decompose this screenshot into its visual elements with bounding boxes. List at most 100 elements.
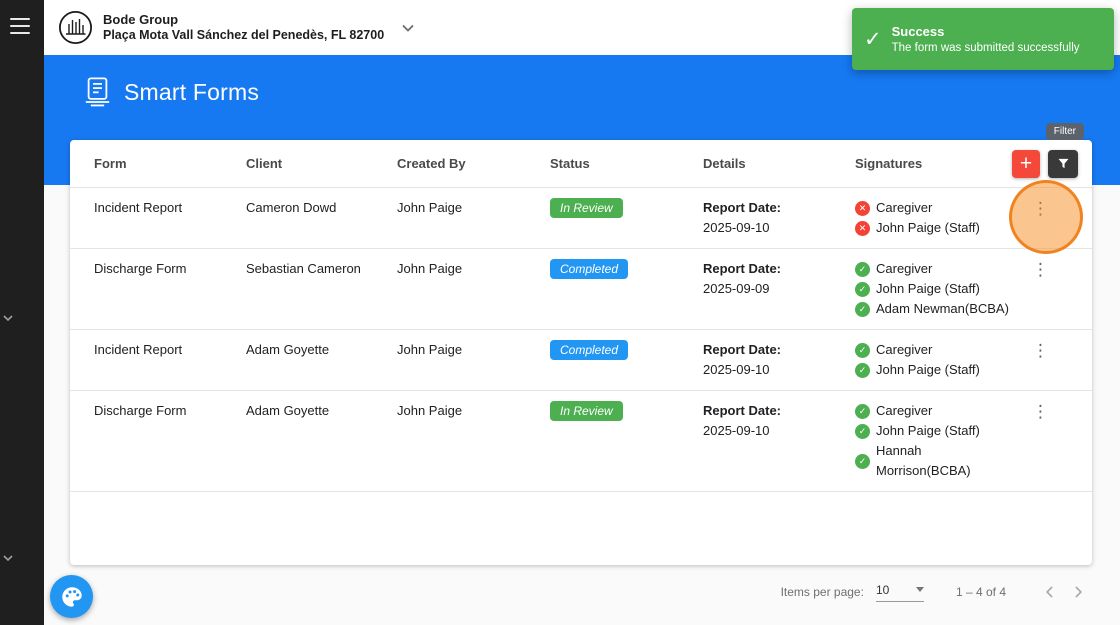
signer-name: John Paige (Staff) (876, 281, 980, 296)
details-cell: Report Date: 2025-09-10 (703, 188, 855, 248)
signer-name: Caregiver (876, 342, 933, 357)
status-cell: Completed (550, 249, 703, 289)
status-badge: Completed (550, 259, 629, 279)
form-cell: Incident Report (94, 200, 183, 215)
signer-name: Caregiver (876, 261, 933, 276)
column-header-form: Form (94, 156, 127, 171)
report-date-label: Report Date: (703, 342, 782, 357)
row-menu-cell: ⋮ (1022, 330, 1092, 375)
caret-down-icon (915, 587, 924, 592)
form-cell: Discharge Form (94, 403, 187, 418)
signer-name: Caregiver (876, 200, 933, 215)
signature-item: ✕ John Paige (Staff) (855, 218, 1014, 238)
sidebar (0, 0, 44, 625)
toast-message: The form was submitted successfully (891, 42, 1080, 54)
table-row: Incident Report Cameron Dowd John Paige In … (70, 188, 1092, 249)
theme-palette-button[interactable] (50, 575, 93, 618)
company-name: Bode Group (103, 11, 179, 27)
kebab-menu-icon[interactable]: ⋮ (1022, 337, 1059, 365)
page-title: Smart Forms (124, 78, 260, 105)
chevron-right-icon (1075, 586, 1083, 598)
signatures-cell: ✕ Caregiver ✕ John Paige (Staff) (855, 188, 1022, 248)
items-per-page-label: Items per page: (780, 585, 864, 599)
created-by-cell: John Paige (397, 261, 463, 276)
filter-tooltip: Filter (1045, 123, 1084, 140)
prev-page-button[interactable] (1036, 578, 1064, 606)
screen: Bode Group Plaça Mota Vall Sánchez del P… (0, 0, 1120, 625)
details-cell: Report Date: 2025-09-09 (703, 249, 855, 309)
signer-name: John Paige (Staff) (876, 423, 980, 438)
signature-item: ✕ Caregiver (855, 198, 1014, 218)
created-by-cell: John Paige (397, 342, 463, 357)
signature-item: ✓ Adam Newman(BCBA) (855, 299, 1014, 319)
status-badge: In Review (550, 401, 623, 421)
form-cell: Incident Report (94, 342, 183, 357)
status-badge: In Review (550, 198, 623, 218)
check-circle-icon: ✓ (855, 453, 870, 469)
signer-name: John Paige (Staff) (876, 220, 980, 235)
row-menu-cell: ⋮ (1022, 249, 1092, 294)
check-circle-icon: ✓ (855, 342, 870, 358)
items-per-page-select[interactable]: 10 (875, 582, 924, 602)
details-cell: Report Date: 2025-09-10 (703, 391, 855, 451)
toast-title: Success (891, 24, 945, 39)
kebab-menu-icon[interactable]: ⋮ (1022, 256, 1059, 284)
filter-button[interactable] (1048, 149, 1078, 178)
signature-item: ✓ John Paige (Staff) (855, 279, 1014, 299)
page-range-label: 1 – 4 of 4 (955, 585, 1006, 599)
report-date-label: Report Date: (703, 200, 782, 215)
report-date-label: Report Date: (703, 261, 782, 276)
success-toast: ✓ Success The form was submitted success… (852, 8, 1114, 70)
column-header-details: Details (703, 156, 746, 171)
funnel-icon (1058, 158, 1068, 169)
table-row: Discharge Form Adam Goyette John Paige In R… (70, 391, 1092, 492)
items-per-page-value: 10 (875, 582, 890, 597)
cancel-icon: ✕ (855, 220, 870, 236)
kebab-menu-icon[interactable]: ⋮ (1022, 195, 1059, 223)
company-address: Plaça Mota Vall Sánchez del Penedès, FL … (103, 27, 385, 42)
signature-item: ✓ Caregiver (855, 340, 1014, 360)
add-form-button[interactable]: + (1012, 149, 1040, 178)
status-cell: In Review (550, 188, 703, 228)
chevron-down-icon[interactable] (1, 553, 15, 563)
client-cell: Sebastian Cameron (246, 261, 361, 276)
client-cell: Adam Goyette (246, 342, 330, 357)
signer-name: Caregiver (876, 403, 933, 418)
report-date-value: 2025-09-09 (703, 281, 770, 296)
company-selector[interactable]: Bode Group Plaça Mota Vall Sánchez del P… (103, 12, 384, 44)
table-header-row: Form Client Created By Status Details Si… (70, 123, 1092, 188)
signature-item: ✓ Caregiver (855, 259, 1014, 279)
smart-forms-icon (85, 77, 110, 107)
signatures-cell: ✓ Caregiver ✓ John Paige (Staff) ✓ Adam Newma… (855, 249, 1022, 329)
signatures-cell: ✓ Caregiver ✓ John Paige (Staff) (855, 330, 1022, 390)
check-circle-icon: ✓ (855, 301, 870, 317)
signature-item: ✓ Hannah Morrison(BCBA) (855, 441, 1014, 481)
client-cell: Adam Goyette (246, 403, 330, 418)
client-cell: Cameron Dowd (246, 200, 337, 215)
company-chevron-down-icon[interactable] (400, 23, 416, 33)
column-header-signatures: Signatures (855, 156, 923, 171)
signature-item: ✓ Caregiver (855, 401, 1014, 421)
report-date-value: 2025-09-10 (703, 220, 770, 235)
palette-icon (61, 586, 82, 607)
table-row: Discharge Form Sebastian Cameron John Paig… (70, 249, 1092, 330)
chevron-down-icon[interactable] (1, 313, 15, 323)
signature-item: ✓ John Paige (Staff) (855, 421, 1014, 441)
report-date-value: 2025-09-10 (703, 362, 770, 377)
cancel-icon: ✕ (855, 200, 870, 216)
status-cell: In Review (550, 391, 703, 431)
column-header-status: Status (550, 156, 590, 171)
check-circle-icon: ✓ (855, 362, 870, 378)
created-by-cell: John Paige (397, 200, 463, 215)
kebab-menu-icon[interactable]: ⋮ (1022, 398, 1059, 426)
details-cell: Report Date: 2025-09-10 (703, 330, 855, 390)
check-circle-icon: ✓ (855, 261, 870, 277)
success-check-icon: ✓ (864, 27, 882, 51)
signature-item: ✓ John Paige (Staff) (855, 360, 1014, 380)
next-page-button[interactable] (1064, 578, 1092, 606)
company-logo-icon (58, 10, 93, 45)
signer-name: Adam Newman(BCBA) (876, 301, 1009, 316)
menu-icon[interactable] (10, 18, 30, 34)
table-body: Incident Report Cameron Dowd John Paige In … (70, 188, 1092, 492)
report-date-value: 2025-09-10 (703, 423, 770, 438)
